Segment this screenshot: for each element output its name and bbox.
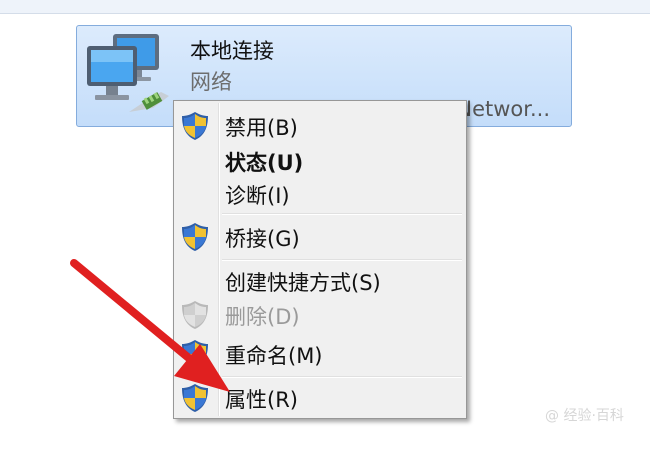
uac-shield-icon	[182, 340, 208, 368]
menu-item-label: 诊断(I)	[225, 184, 290, 208]
menu-separator	[222, 376, 462, 378]
menu-separator	[222, 259, 462, 261]
uac-shield-icon	[182, 112, 208, 140]
menu-separator	[222, 213, 462, 215]
menu-item-rename[interactable]: 重命名(M)	[177, 337, 463, 369]
menu-item-label: 状态(U)	[225, 151, 304, 175]
uac-shield-icon	[182, 301, 208, 329]
menu-item-label: 创建快捷方式(S)	[225, 271, 381, 295]
window-top-bar	[0, 0, 650, 14]
watermark: @ 经验·百科	[545, 408, 624, 424]
menu-item-label: 重命名(M)	[225, 344, 323, 368]
menu-item-label: 桥接(G)	[225, 227, 300, 251]
menu-item-diagnose[interactable]: 诊断(I)	[177, 177, 463, 209]
connection-type: 网络	[190, 70, 232, 94]
network-adapter-icon	[87, 34, 169, 112]
context-menu: 禁用(B) 状态(U) 诊断(I) 桥接(G) 创建快捷方式(S) 删除(D)	[173, 100, 467, 419]
uac-shield-icon	[182, 223, 208, 251]
menu-item-properties[interactable]: 属性(R)	[177, 381, 463, 413]
menu-item-bridge[interactable]: 桥接(G)	[177, 220, 463, 252]
menu-item-label: 属性(R)	[225, 388, 298, 412]
menu-item-create-shortcut[interactable]: 创建快捷方式(S)	[177, 264, 463, 296]
menu-item-label: 删除(D)	[225, 305, 300, 329]
menu-item-disable[interactable]: 禁用(B)	[177, 109, 463, 141]
connection-name: 本地连接	[190, 39, 274, 63]
uac-shield-icon	[182, 384, 208, 412]
menu-item-label: 禁用(B)	[225, 116, 298, 140]
menu-item-delete[interactable]: 删除(D)	[177, 298, 463, 330]
menu-item-status[interactable]: 状态(U)	[177, 144, 463, 176]
